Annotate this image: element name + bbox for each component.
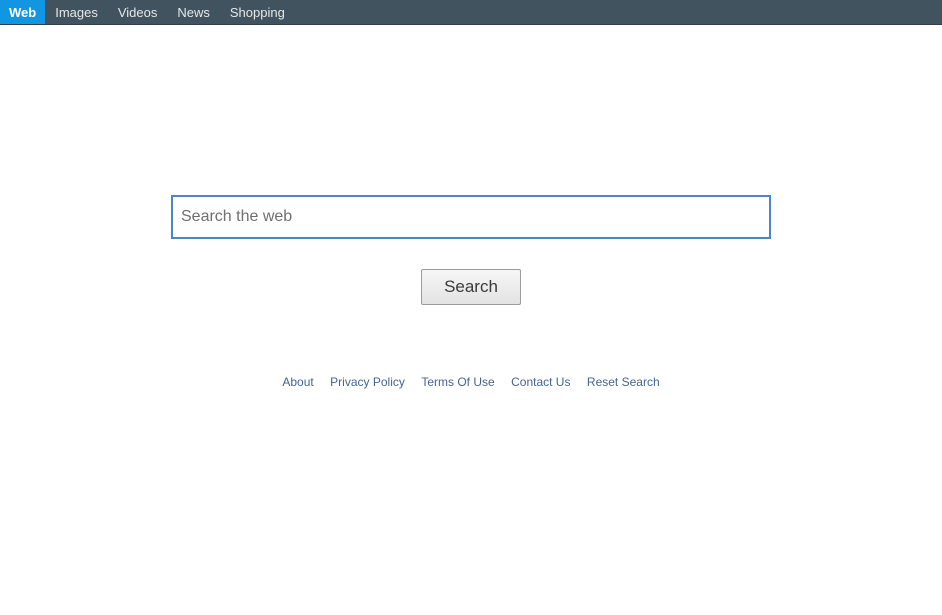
search-container: Search xyxy=(0,195,942,305)
footer-link-about[interactable]: About xyxy=(282,375,313,389)
search-button-container: Search xyxy=(421,269,521,305)
search-button[interactable]: Search xyxy=(421,269,521,305)
footer-link-terms-of-use[interactable]: Terms Of Use xyxy=(421,375,494,389)
main-content: Search About Privacy Policy Terms Of Use… xyxy=(0,195,942,391)
footer-link-contact-us[interactable]: Contact Us xyxy=(511,375,570,389)
nav-tab-web[interactable]: Web xyxy=(0,0,45,24)
footer-links: About Privacy Policy Terms Of Use Contac… xyxy=(0,373,942,391)
nav-tab-news[interactable]: News xyxy=(167,0,220,24)
footer-link-reset-search[interactable]: Reset Search xyxy=(587,375,660,389)
nav-tab-shopping[interactable]: Shopping xyxy=(220,0,295,24)
footer-link-privacy-policy[interactable]: Privacy Policy xyxy=(330,375,405,389)
search-input[interactable] xyxy=(171,195,771,239)
top-nav: Web Images Videos News Shopping xyxy=(0,0,942,25)
nav-tab-images[interactable]: Images xyxy=(45,0,108,24)
nav-tab-videos[interactable]: Videos xyxy=(108,0,168,24)
